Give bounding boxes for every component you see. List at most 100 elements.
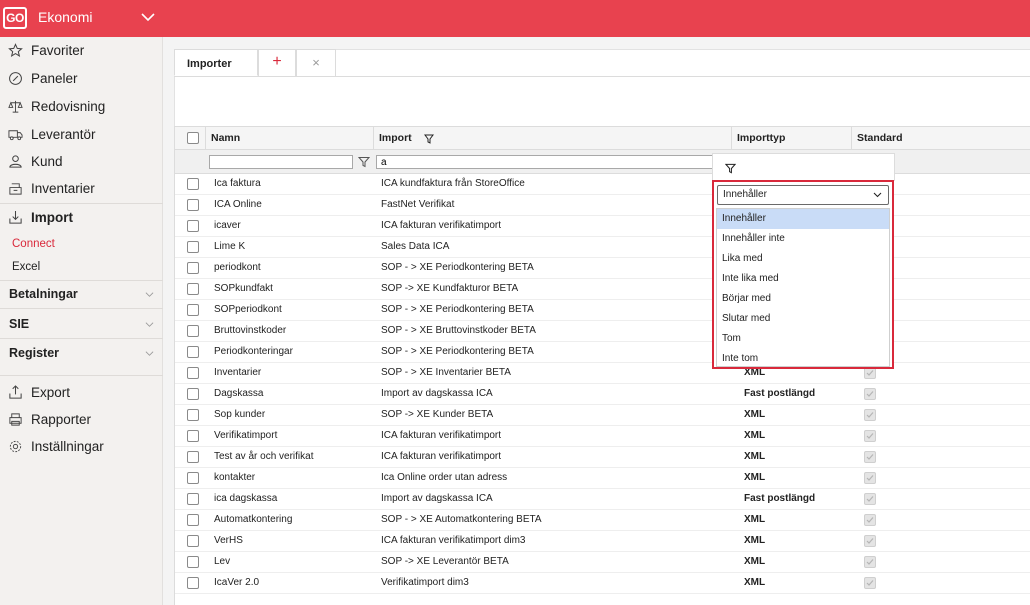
row-checkbox[interactable]: [187, 577, 199, 589]
cell-name: Bruttovinstkoder: [214, 325, 287, 336]
nav-inventarier[interactable]: Inventarier: [0, 175, 163, 201]
row-checkbox[interactable]: [187, 409, 199, 421]
cell-import: Verifikatimport dim3: [381, 577, 469, 588]
column-header-namn[interactable]: Namn: [205, 127, 373, 150]
table-row[interactable]: Lime K Sales Data ICA: [175, 237, 1030, 258]
row-checkbox[interactable]: [187, 388, 199, 400]
standard-checkbox[interactable]: [864, 514, 876, 526]
filter-icon[interactable]: [725, 163, 736, 174]
nav-redovisning[interactable]: Redovisning: [0, 93, 163, 119]
table-row[interactable]: Test av år och verifikat ICA fakturan ver…: [175, 447, 1030, 468]
cell-import: Sales Data ICA: [381, 241, 450, 252]
standard-checkbox[interactable]: [864, 430, 876, 442]
name-filter-input[interactable]: [209, 155, 353, 169]
select-all-checkbox[interactable]: [187, 132, 199, 144]
table-row[interactable]: icaver ICA fakturan verifikatimport: [175, 216, 1030, 237]
table-row[interactable]: VerHS ICA fakturan verifikatimport dim3 XM…: [175, 531, 1030, 552]
go-logo[interactable]: GO: [3, 7, 27, 29]
table-row[interactable]: Periodkonteringar SOP - > XE Periodkonter…: [175, 342, 1030, 363]
table-row[interactable]: Ica faktura ICA kundfaktura från StoreOff…: [175, 174, 1030, 195]
table-row[interactable]: Dagskassa Import av dagskassa ICA Fast pos…: [175, 384, 1030, 405]
dropdown-option[interactable]: Börjar med: [717, 289, 889, 309]
row-checkbox[interactable]: [187, 262, 199, 274]
filter-condition-select[interactable]: Innehåller: [717, 185, 889, 205]
dropdown-option[interactable]: Inte lika med: [717, 269, 889, 289]
import-filter-input[interactable]: [376, 155, 713, 169]
table-row[interactable]: Lev SOP -> XE Leverantör BETA XML: [175, 552, 1030, 573]
standard-checkbox[interactable]: [864, 556, 876, 568]
dropdown-option[interactable]: Lika med: [717, 249, 889, 269]
standard-checkbox[interactable]: [864, 388, 876, 400]
nav-paneler[interactable]: Paneler: [0, 65, 163, 91]
cell-import: ICA fakturan verifikatimport: [381, 430, 502, 441]
table-row[interactable]: Bruttovinstkoder SOP - > XE Bruttovinstko…: [175, 321, 1030, 342]
close-tab-button[interactable]: ×: [296, 49, 336, 76]
column-label: Importtyp: [737, 132, 786, 144]
column-header-import[interactable]: Import: [373, 127, 731, 150]
dropdown-option[interactable]: Innehåller: [717, 209, 889, 229]
standard-checkbox[interactable]: [864, 535, 876, 547]
table-row[interactable]: Inventarier SOP - > XE Inventarier BETA XM…: [175, 363, 1030, 384]
column-header-standard[interactable]: Standard: [851, 127, 1030, 150]
dropdown-option[interactable]: Slutar med: [717, 309, 889, 329]
row-checkbox[interactable]: [187, 304, 199, 316]
import-icon: [9, 210, 22, 224]
nav-sub-connect[interactable]: Connect: [12, 238, 55, 250]
nav-kund[interactable]: Kund: [0, 148, 163, 174]
table-row[interactable]: Verifikatimport ICA fakturan verifikatimp…: [175, 426, 1030, 447]
filter-icon[interactable]: [358, 156, 370, 168]
dropdown-option[interactable]: Inte tom: [717, 349, 889, 369]
cell-import: SOP -> XE Leverantör BETA: [381, 556, 509, 567]
standard-checkbox[interactable]: [864, 409, 876, 421]
row-checkbox[interactable]: [187, 451, 199, 463]
nav-group-sie[interactable]: SIE: [0, 311, 163, 337]
table-row[interactable]: SOPperiodkont SOP - > XE Periodkontering …: [175, 300, 1030, 321]
add-tab-button[interactable]: +: [258, 49, 296, 76]
row-checkbox[interactable]: [187, 220, 199, 232]
nav-rapporter[interactable]: Rapporter: [0, 406, 163, 432]
standard-checkbox[interactable]: [864, 493, 876, 505]
cell-import: ICA fakturan verifikatimport: [381, 451, 502, 462]
row-checkbox[interactable]: [187, 493, 199, 505]
table-row[interactable]: Sop kunder SOP -> XE Kunder BETA XML: [175, 405, 1030, 426]
row-checkbox[interactable]: [187, 556, 199, 568]
row-checkbox[interactable]: [187, 325, 199, 337]
dropdown-option[interactable]: Tom: [717, 329, 889, 349]
row-checkbox[interactable]: [187, 514, 199, 526]
row-checkbox[interactable]: [187, 367, 199, 379]
row-checkbox[interactable]: [187, 535, 199, 547]
nav-group-betalningar[interactable]: Betalningar: [0, 281, 163, 307]
row-checkbox[interactable]: [187, 199, 199, 211]
nav-export[interactable]: Export: [0, 379, 163, 405]
row-checkbox[interactable]: [187, 430, 199, 442]
standard-checkbox[interactable]: [864, 577, 876, 589]
row-checkbox[interactable]: [187, 283, 199, 295]
nav-label: Leverantör: [31, 126, 96, 142]
row-checkbox[interactable]: [187, 241, 199, 253]
nav-import[interactable]: Import: [0, 204, 163, 230]
dropdown-option[interactable]: Innehåller inte: [717, 229, 889, 249]
tab-importer[interactable]: Importer: [174, 49, 258, 76]
row-checkbox[interactable]: [187, 472, 199, 484]
table-row[interactable]: SOPkundfakt SOP -> XE Kundfakturor BETA: [175, 279, 1030, 300]
nav-favoriter[interactable]: Favoriter: [0, 37, 163, 63]
app-title[interactable]: Ekonomi: [38, 9, 92, 25]
nav-label: Kund: [31, 153, 63, 169]
table-row[interactable]: kontakter Ica Online order utan adress XML: [175, 468, 1030, 489]
table-row[interactable]: Automatkontering SOP - > XE Automatkonter…: [175, 510, 1030, 531]
standard-checkbox[interactable]: [864, 472, 876, 484]
table-row[interactable]: periodkont SOP - > XE Periodkontering BET…: [175, 258, 1030, 279]
nav-group-register[interactable]: Register: [0, 340, 163, 366]
nav-installningar[interactable]: Inställningar: [0, 433, 163, 459]
filter-active-icon[interactable]: [424, 134, 434, 144]
table-row[interactable]: ICA Online FastNet Verifikat: [175, 195, 1030, 216]
row-checkbox[interactable]: [187, 346, 199, 358]
row-checkbox[interactable]: [187, 178, 199, 190]
nav-sub-excel[interactable]: Excel: [12, 261, 40, 273]
chevron-down-icon[interactable]: [140, 9, 156, 25]
table-row[interactable]: ica dagskassa Import av dagskassa ICA Fast…: [175, 489, 1030, 510]
column-header-importtyp[interactable]: Importtyp: [731, 127, 851, 150]
standard-checkbox[interactable]: [864, 451, 876, 463]
table-row[interactable]: IcaVer 2.0 Verifikatimport dim3 XML: [175, 573, 1030, 594]
nav-leverantor[interactable]: Leverantör: [0, 121, 163, 147]
